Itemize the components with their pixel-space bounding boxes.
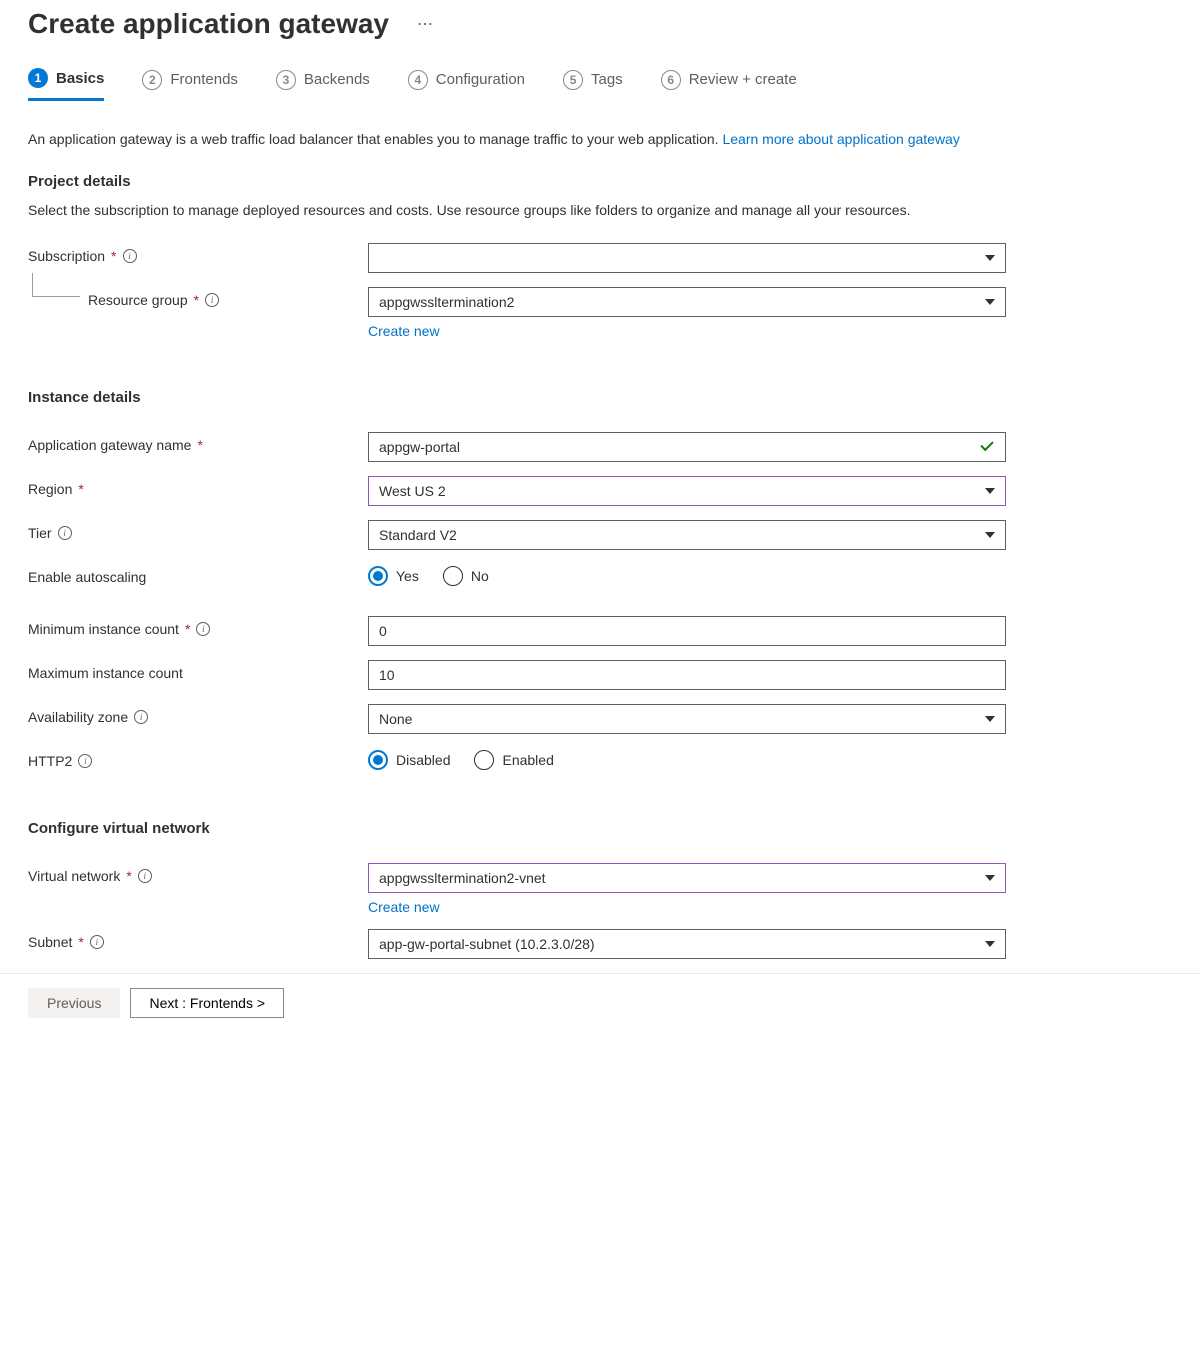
tab-label: Configuration bbox=[436, 71, 525, 88]
tab-label: Backends bbox=[304, 71, 370, 88]
required-star: * bbox=[78, 481, 83, 497]
next-button[interactable]: Next : Frontends > bbox=[130, 988, 284, 1018]
section-heading-vnet: Configure virtual network bbox=[28, 820, 1172, 837]
appgw-name-input[interactable]: appgw-portal bbox=[368, 432, 1006, 462]
section-text-project: Select the subscription to manage deploy… bbox=[28, 200, 1172, 220]
tab-label: Tags bbox=[591, 71, 623, 88]
page-title: Create application gateway bbox=[28, 8, 389, 40]
info-icon[interactable]: i bbox=[196, 622, 210, 636]
wizard-tabs: 1 Basics 2 Frontends 3 Backends 4 Config… bbox=[28, 68, 1172, 101]
tier-dropdown[interactable]: Standard V2 bbox=[368, 520, 1006, 550]
required-star: * bbox=[126, 868, 131, 884]
min-instance-label: Minimum instance count * i bbox=[28, 616, 368, 637]
tab-review-create[interactable]: 6 Review + create bbox=[661, 68, 797, 101]
http2-disabled-radio[interactable]: Disabled bbox=[368, 750, 450, 770]
required-star: * bbox=[111, 248, 116, 264]
appgw-name-label: Application gateway name * bbox=[28, 432, 368, 453]
info-icon[interactable]: i bbox=[90, 935, 104, 949]
required-star: * bbox=[78, 934, 83, 950]
radio-icon bbox=[368, 566, 388, 586]
radio-icon bbox=[443, 566, 463, 586]
http2-label: HTTP2 i bbox=[28, 748, 368, 769]
required-star: * bbox=[185, 621, 190, 637]
required-star: * bbox=[197, 437, 202, 453]
tab-tags[interactable]: 5 Tags bbox=[563, 68, 623, 101]
learn-more-link[interactable]: Learn more about application gateway bbox=[722, 131, 959, 147]
radio-label: Enabled bbox=[502, 752, 553, 768]
create-new-vnet-link[interactable]: Create new bbox=[368, 899, 440, 915]
subscription-dropdown[interactable] bbox=[368, 243, 1006, 273]
tab-frontends[interactable]: 2 Frontends bbox=[142, 68, 238, 101]
region-dropdown[interactable]: West US 2 bbox=[368, 476, 1006, 506]
section-heading-instance: Instance details bbox=[28, 389, 1172, 406]
radio-icon bbox=[368, 750, 388, 770]
vnet-dropdown[interactable]: appgwssltermination2-vnet bbox=[368, 863, 1006, 893]
previous-button: Previous bbox=[28, 988, 120, 1018]
tab-label: Review + create bbox=[689, 71, 797, 88]
more-actions-button[interactable]: ⋯ bbox=[417, 14, 435, 34]
availability-zone-dropdown[interactable]: None bbox=[368, 704, 1006, 734]
tab-backends[interactable]: 3 Backends bbox=[276, 68, 370, 101]
subscription-label: Subscription * i bbox=[28, 243, 368, 264]
info-icon[interactable]: i bbox=[58, 526, 72, 540]
subnet-dropdown[interactable]: app-gw-portal-subnet (10.2.3.0/28) bbox=[368, 929, 1006, 959]
radio-label: No bbox=[471, 568, 489, 584]
tab-configuration[interactable]: 4 Configuration bbox=[408, 68, 525, 101]
tab-badge: 1 bbox=[28, 68, 48, 88]
vnet-label: Virtual network * i bbox=[28, 863, 368, 884]
section-heading-project: Project details bbox=[28, 173, 1172, 190]
radio-label: Disabled bbox=[396, 752, 450, 768]
info-icon[interactable]: i bbox=[123, 249, 137, 263]
tab-basics[interactable]: 1 Basics bbox=[28, 68, 104, 101]
tab-badge: 4 bbox=[408, 70, 428, 90]
region-label: Region * bbox=[28, 476, 368, 497]
radio-label: Yes bbox=[396, 568, 419, 584]
info-icon[interactable]: i bbox=[78, 754, 92, 768]
resource-group-dropdown[interactable]: appgwssltermination2 bbox=[368, 287, 1006, 317]
create-new-resource-group-link[interactable]: Create new bbox=[368, 323, 440, 339]
tab-badge: 6 bbox=[661, 70, 681, 90]
autoscale-yes-radio[interactable]: Yes bbox=[368, 566, 419, 586]
radio-icon bbox=[474, 750, 494, 770]
footer-bar: Previous Next : Frontends > bbox=[0, 973, 1200, 1032]
info-icon[interactable]: i bbox=[205, 293, 219, 307]
required-star: * bbox=[194, 292, 199, 308]
availability-zone-label: Availability zone i bbox=[28, 704, 368, 725]
max-instance-label: Maximum instance count bbox=[28, 660, 368, 681]
max-instance-input[interactable]: 10 bbox=[368, 660, 1006, 690]
http2-enabled-radio[interactable]: Enabled bbox=[474, 750, 553, 770]
tab-label: Basics bbox=[56, 70, 104, 87]
tab-badge: 2 bbox=[142, 70, 162, 90]
info-icon[interactable]: i bbox=[138, 869, 152, 883]
tab-badge: 3 bbox=[276, 70, 296, 90]
autoscale-no-radio[interactable]: No bbox=[443, 566, 489, 586]
tab-label: Frontends bbox=[170, 71, 238, 88]
tier-label: Tier i bbox=[28, 520, 368, 541]
tab-badge: 5 bbox=[563, 70, 583, 90]
min-instance-input[interactable]: 0 bbox=[368, 616, 1006, 646]
info-icon[interactable]: i bbox=[134, 710, 148, 724]
indent-line-icon bbox=[32, 273, 80, 297]
autoscale-label: Enable autoscaling bbox=[28, 564, 368, 585]
subnet-label: Subnet * i bbox=[28, 929, 368, 950]
resource-group-label: Resource group * i bbox=[28, 287, 368, 308]
description-text: An application gateway is a web traffic … bbox=[28, 129, 1172, 149]
